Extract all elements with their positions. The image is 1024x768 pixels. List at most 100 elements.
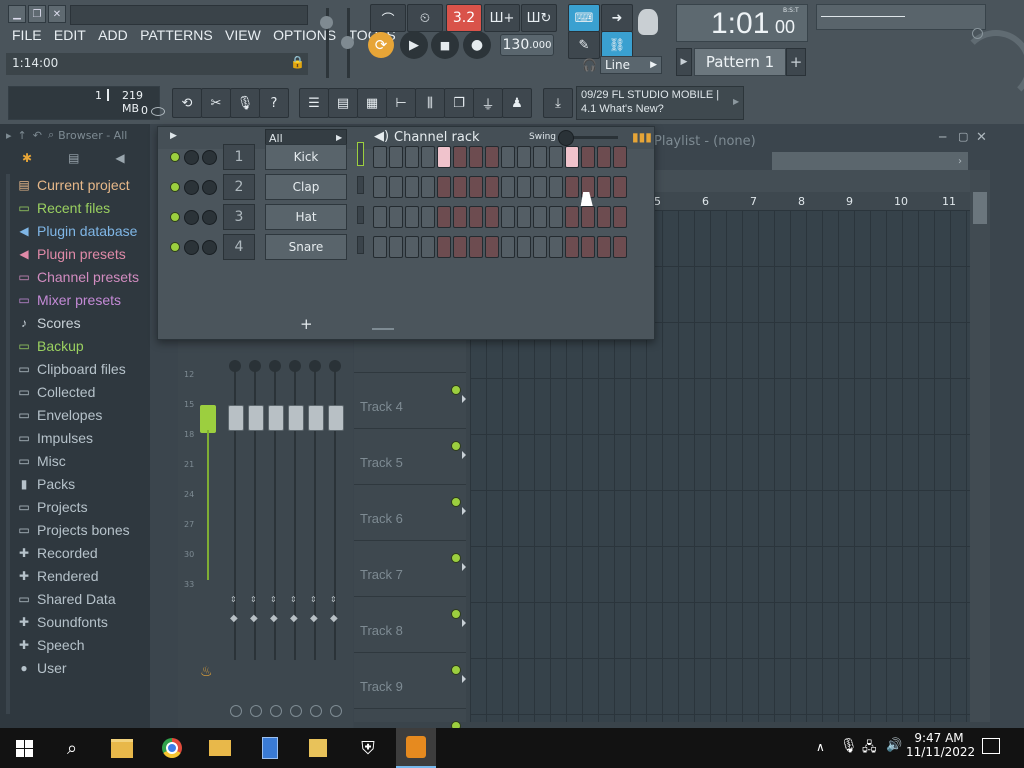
master-pitch-knob[interactable] (341, 36, 354, 49)
step-button[interactable] (533, 146, 547, 168)
playlist-scroll-right-icon[interactable]: › (952, 152, 968, 170)
browser-up-icon[interactable]: ↑ (18, 129, 27, 142)
step-button[interactable] (405, 206, 419, 228)
route-arrows-icon[interactable]: ⇕ (230, 595, 237, 604)
tray-volume-icon[interactable]: 🔊 (886, 738, 902, 753)
playlist-track-header[interactable]: Track 9 (354, 652, 466, 709)
channel-mute-led[interactable] (170, 182, 180, 192)
step-button[interactable] (517, 176, 531, 198)
channel-pan-knob[interactable] (184, 240, 199, 255)
browser-item[interactable]: ◀ Plugin presets (0, 242, 166, 265)
step-button[interactable] (437, 236, 451, 258)
step-button[interactable] (501, 206, 515, 228)
calculator-icon[interactable] (250, 728, 290, 768)
pattern-prev-icon[interactable]: ▶ (676, 48, 692, 76)
step-button[interactable] (437, 206, 451, 228)
pattern-selector[interactable]: Pattern 1 (694, 48, 786, 76)
track-enable-led[interactable] (451, 441, 461, 451)
menu-add[interactable]: ADD (98, 27, 128, 43)
step-button[interactable] (549, 206, 563, 228)
step-button[interactable] (613, 146, 627, 168)
step-button[interactable] (485, 236, 499, 258)
rack-options-icon[interactable]: ▶ (170, 131, 177, 141)
route-arrows-icon[interactable]: ⇕ (250, 595, 257, 604)
notifications-icon[interactable] (982, 738, 1000, 754)
step-button[interactable] (613, 176, 627, 198)
channel-mute-led[interactable] (170, 152, 180, 162)
play-button[interactable]: ▶ (400, 31, 428, 59)
step-button[interactable] (485, 176, 499, 198)
route-arrows-icon[interactable]: ⇕ (270, 595, 277, 604)
track-enable-led[interactable] (451, 665, 461, 675)
browser-files-icon[interactable]: ▤ (68, 151, 79, 165)
master-fader-handle[interactable] (200, 405, 216, 433)
browser-back-icon[interactable]: ↶ (33, 129, 42, 142)
news-panel[interactable]: 09/29 FL STUDIO MOBILE | 4.1 What's New?… (576, 86, 744, 120)
record-button[interactable]: ● (463, 31, 491, 59)
channel-pan-knob[interactable] (184, 150, 199, 165)
browser-item[interactable]: ▭ Impulses (0, 426, 166, 449)
step-button[interactable] (533, 206, 547, 228)
track-enable-led[interactable] (451, 497, 461, 507)
channel-select-indicator[interactable] (357, 142, 364, 166)
step-button[interactable] (373, 206, 387, 228)
piano-roll-icon[interactable]: ▤ (328, 88, 358, 118)
file-icon[interactable]: ❐ (444, 88, 474, 118)
pan-knob[interactable] (269, 360, 281, 372)
step-button[interactable] (613, 236, 627, 258)
step-button[interactable] (485, 146, 499, 168)
download-icon[interactable]: ⤓ (543, 88, 573, 118)
channel-volume-knob[interactable] (202, 240, 217, 255)
step-button[interactable] (517, 206, 531, 228)
stereo-icon[interactable]: ◆ (290, 613, 298, 624)
step-button[interactable] (389, 176, 403, 198)
fader-handle[interactable] (328, 405, 344, 431)
step-button[interactable] (373, 146, 387, 168)
fader-handle[interactable] (268, 405, 284, 431)
step-button[interactable] (517, 236, 531, 258)
media-player-icon[interactable] (200, 728, 240, 768)
browser-item[interactable]: ◀ Plugin database (0, 219, 166, 242)
step-button[interactable] (613, 206, 627, 228)
master-volume-knob[interactable] (320, 16, 333, 29)
file-explorer-icon[interactable] (102, 728, 142, 768)
pan-knob[interactable] (309, 360, 321, 372)
record-arm-icon[interactable] (230, 705, 242, 717)
step-button[interactable] (565, 236, 579, 258)
record-arm-icon[interactable] (290, 705, 302, 717)
channel-volume-knob[interactable] (202, 180, 217, 195)
playlist-maximize-icon[interactable]: ▢ (958, 130, 968, 143)
browser-item[interactable]: ▭ Projects (0, 495, 166, 518)
browser-scrollbar[interactable] (6, 174, 10, 714)
step-button[interactable] (437, 146, 451, 168)
pan-knob[interactable] (289, 360, 301, 372)
snap-select[interactable]: Line ▶ (600, 56, 662, 74)
fader-handle[interactable] (288, 405, 304, 431)
playlist-window-icon[interactable]: ☰ (299, 88, 329, 118)
fader-handle[interactable] (228, 405, 244, 431)
pan-knob[interactable] (329, 360, 341, 372)
step-button[interactable] (405, 236, 419, 258)
playlist-vscroll[interactable] (970, 170, 990, 722)
browser-item[interactable]: ▭ Projects bones (0, 518, 166, 541)
cut-icon[interactable]: ✂ (201, 88, 231, 118)
channel-select-indicator[interactable] (357, 176, 364, 194)
step-sequencer-icon[interactable]: ▦ (357, 88, 387, 118)
step-edit-button[interactable]: Ш+ (484, 4, 520, 32)
rack-hscroll[interactable] (364, 327, 634, 331)
step-button[interactable] (501, 146, 515, 168)
channel-name-button[interactable]: Hat (265, 204, 347, 230)
step-button[interactable] (549, 236, 563, 258)
chrome-icon[interactable] (152, 728, 192, 768)
stop-button[interactable]: ■ (431, 31, 459, 59)
step-button[interactable] (501, 236, 515, 258)
browser-item[interactable]: ♪ Scores (0, 311, 166, 334)
playlist-close-icon[interactable]: ✕ (976, 130, 987, 145)
browser-tree-icon[interactable]: ⊢ (386, 88, 416, 118)
fader-handle[interactable] (248, 405, 264, 431)
files-app-icon[interactable] (298, 728, 338, 768)
step-button[interactable] (549, 176, 563, 198)
step-button[interactable] (389, 206, 403, 228)
search-icon[interactable]: ⌕ (52, 728, 92, 768)
pattern-song-toggle[interactable]: 3.2 (446, 4, 482, 32)
